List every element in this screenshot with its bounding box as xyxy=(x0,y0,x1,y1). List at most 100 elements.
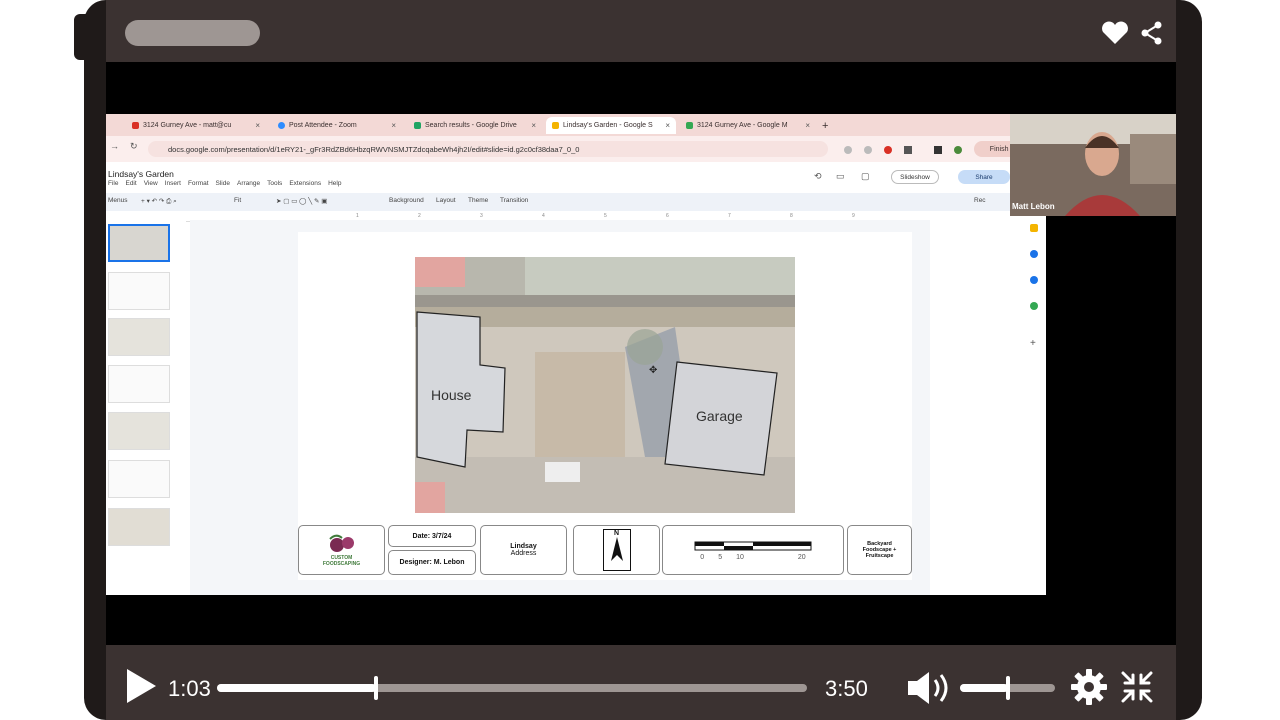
move-cursor-icon: ✥ xyxy=(649,365,658,376)
slide-thumbnail[interactable] xyxy=(108,318,170,356)
menu-tools[interactable]: Tools xyxy=(267,180,282,187)
slide-thumbnail[interactable] xyxy=(108,365,170,403)
volume-thumb[interactable] xyxy=(1006,676,1010,700)
scale-bar-icon xyxy=(694,541,812,550)
slide-thumbnail[interactable] xyxy=(108,460,170,498)
progress-fill xyxy=(217,684,376,692)
shared-screen: 3124 Gurney Ave - matt@cu × Post Attendee… xyxy=(106,114,1046,595)
svg-text:+: + xyxy=(1030,338,1036,349)
menu-insert[interactable]: Insert xyxy=(165,180,181,187)
browser-tab-strip: 3124 Gurney Ave - matt@cu × Post Attendee… xyxy=(106,114,1046,136)
participant-name: Matt Lebon xyxy=(1012,202,1055,211)
rec-button[interactable]: Rec xyxy=(974,197,986,204)
browser-tab[interactable]: Post Attendee - Zoom × xyxy=(272,117,402,134)
browser-tab-active[interactable]: Lindsay's Garden - Google S × xyxy=(546,117,676,134)
ruler-number: 1 xyxy=(356,213,359,219)
menu-view[interactable]: View xyxy=(144,180,158,187)
slideshow-button[interactable]: Slideshow xyxy=(891,170,939,184)
transition-button[interactable]: Transition xyxy=(500,197,528,204)
project-title-box: Backyard Foodscape + Fruitscape xyxy=(847,525,912,575)
house-label: House xyxy=(431,387,472,403)
gmail-icon xyxy=(132,122,139,129)
webcam-feed xyxy=(1010,114,1176,216)
collapse-icon[interactable] xyxy=(1120,670,1154,704)
progress-thumb[interactable] xyxy=(374,676,378,700)
foodscaping-logo-icon xyxy=(328,534,354,552)
player-top-bar xyxy=(106,0,1176,62)
gear-icon[interactable] xyxy=(1070,668,1108,706)
comment-icon[interactable]: ▭ xyxy=(836,171,845,182)
toolbar-icons[interactable]: + ▾ ↶ ↷ ⎙ ⌕ xyxy=(141,197,177,206)
aerial-site-image[interactable]: House Garage ✥ xyxy=(415,257,795,513)
slide-thumbnail[interactable] xyxy=(108,508,170,546)
menu-extensions[interactable]: Extensions xyxy=(289,180,321,187)
forward-icon[interactable]: → xyxy=(110,141,119,151)
ruler-number: 7 xyxy=(728,213,731,219)
tab-label: 3124 Gurney Ave - Google M xyxy=(697,122,788,129)
ruler-number: 5 xyxy=(604,213,607,219)
menu-slide[interactable]: Slide xyxy=(216,180,230,187)
tool-icons[interactable]: ➤ ▢ ▭ ◯ ╲ ✎ ▣ xyxy=(276,197,327,205)
browser-tab[interactable]: 3124 Gurney Ave - matt@cu × xyxy=(126,117,266,134)
volume-icon[interactable] xyxy=(906,670,956,706)
slide-thumbnail[interactable] xyxy=(108,224,170,262)
menus-button[interactable]: Menus xyxy=(108,197,128,204)
client-box: Lindsay Address xyxy=(480,525,567,575)
close-icon[interactable]: × xyxy=(255,121,260,130)
north-arrow-frame: N xyxy=(602,529,631,571)
close-icon[interactable]: × xyxy=(665,121,670,130)
side-panel-icons: + xyxy=(1024,220,1044,480)
document-title[interactable]: Lindsay's Garden xyxy=(108,169,174,179)
scale-label: 0 xyxy=(700,553,705,561)
close-icon[interactable]: × xyxy=(391,121,396,130)
menu-help[interactable]: Help xyxy=(328,180,341,187)
slides-icon xyxy=(552,122,559,129)
history-icon[interactable]: ⟲ xyxy=(814,171,822,182)
total-time: 3:50 xyxy=(825,676,868,701)
menu-format[interactable]: Format xyxy=(188,180,209,187)
menu-file[interactable]: File xyxy=(108,180,118,187)
share-button[interactable]: Share xyxy=(958,170,1010,184)
browser-tab[interactable]: Search results - Google Drive × xyxy=(408,117,542,134)
north-label: N xyxy=(613,530,620,537)
slides-toolbar: Menus + ▾ ↶ ↷ ⎙ ⌕ Fit ➤ ▢ ▭ ◯ ╲ ✎ ▣ Back… xyxy=(106,193,1046,211)
close-icon[interactable]: × xyxy=(531,121,536,130)
theme-button[interactable]: Theme xyxy=(468,197,488,204)
heart-icon[interactable] xyxy=(1100,20,1130,46)
north-arrow-box: N xyxy=(573,525,660,575)
zoom-select[interactable]: Fit xyxy=(234,197,241,204)
meet-icon[interactable]: ▢ xyxy=(861,171,870,182)
menu-edit[interactable]: Edit xyxy=(125,180,136,187)
logo-text-line2: FOODSCAPING xyxy=(322,561,361,567)
menu-arrange[interactable]: Arrange xyxy=(237,180,260,187)
slide-thumbnail[interactable] xyxy=(108,412,170,450)
tab-label: Search results - Google Drive xyxy=(425,122,517,129)
layout-button[interactable]: Layout xyxy=(436,197,456,204)
ruler-number: 3 xyxy=(480,213,483,219)
extension-icons[interactable] xyxy=(842,143,992,155)
slideshow-label: Slideshow xyxy=(900,173,930,181)
scale-label: 10 xyxy=(736,553,744,561)
tab-label: Post Attendee - Zoom xyxy=(289,122,357,129)
background-button[interactable]: Background xyxy=(389,197,424,204)
slide-thumbnail[interactable] xyxy=(108,272,170,310)
designer-label: Designer: M. Lebon xyxy=(399,559,465,566)
ruler-number: 2 xyxy=(418,213,421,219)
client-name: Lindsay xyxy=(510,543,537,550)
address-bar-row: → ↻ docs.google.com/presentation/d/1eRY2… xyxy=(106,136,1046,162)
scale-label: 5 xyxy=(718,553,723,561)
tab-label: Lindsay's Garden - Google S xyxy=(563,122,653,129)
share-icon[interactable] xyxy=(1140,20,1164,46)
reload-icon[interactable]: ↻ xyxy=(130,141,138,152)
volume-fill xyxy=(960,684,1008,692)
share-label: Share xyxy=(975,173,993,181)
drive-icon xyxy=(414,122,421,129)
scale-bar-box: 0 5 10 20 xyxy=(662,525,844,575)
close-icon[interactable]: × xyxy=(805,121,810,130)
new-tab-button[interactable]: + xyxy=(816,117,836,134)
play-icon[interactable] xyxy=(125,668,157,704)
video-title-placeholder xyxy=(125,20,260,46)
browser-tab[interactable]: 3124 Gurney Ave - Google M × xyxy=(680,117,816,134)
url-field[interactable]: docs.google.com/presentation/d/1eRY21-_g… xyxy=(148,141,828,157)
project-title: Backyard Foodscape + Fruitscape xyxy=(862,541,897,559)
